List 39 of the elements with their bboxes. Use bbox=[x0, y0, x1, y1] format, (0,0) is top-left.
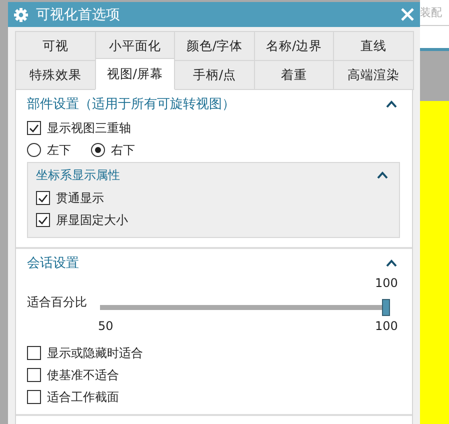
tab[interactable]: 可视 bbox=[15, 31, 96, 61]
slider-label: 适合百分比 bbox=[27, 294, 87, 311]
checkbox[interactable] bbox=[27, 346, 41, 360]
tab[interactable]: 直线 bbox=[333, 31, 414, 61]
radio-label: 左下 bbox=[47, 142, 71, 158]
slider-max-label: 100 bbox=[375, 319, 398, 333]
gear-icon bbox=[14, 8, 28, 22]
checkbox-label: 屏显固定大小 bbox=[56, 212, 128, 228]
tab[interactable]: 手柄/点 bbox=[174, 60, 255, 90]
checkbox-label: 使基准不适合 bbox=[47, 366, 119, 384]
checkbox-label: 贯通显示 bbox=[56, 190, 104, 206]
radio-label: 右下 bbox=[111, 142, 135, 158]
checkbox-label: 显示视图三重轴 bbox=[47, 120, 131, 136]
slider-value: 100 bbox=[375, 276, 398, 290]
collapse-caret-icon[interactable] bbox=[377, 171, 388, 179]
radio-button[interactable] bbox=[27, 143, 41, 157]
tab[interactable]: 名称/边界 bbox=[254, 31, 334, 61]
window-title: 可视化首选项 bbox=[36, 6, 121, 24]
collapse-caret-icon[interactable] bbox=[386, 100, 397, 108]
checkbox[interactable] bbox=[27, 390, 41, 404]
checkbox[interactable] bbox=[27, 121, 41, 135]
tab[interactable]: 视图/屏幕 bbox=[94, 58, 176, 90]
tab[interactable]: 特殊效果 bbox=[15, 60, 96, 90]
checkbox[interactable] bbox=[27, 368, 41, 382]
tab[interactable]: 颜色/字体 bbox=[174, 31, 255, 61]
checkbox[interactable] bbox=[36, 213, 50, 227]
radio-button[interactable] bbox=[91, 143, 105, 157]
section-title: 坐标系显示属性 bbox=[36, 166, 120, 184]
checkbox-label: 适合工作截面 bbox=[47, 388, 119, 406]
section-title: 部件设置（适用于所有可旋转视图） bbox=[27, 96, 235, 113]
close-icon[interactable] bbox=[401, 8, 414, 21]
slider-thumb[interactable] bbox=[382, 299, 390, 316]
tab[interactable]: 高端渲染 bbox=[333, 60, 414, 90]
tab[interactable]: 着重 bbox=[254, 60, 334, 90]
section-title: 会话设置 bbox=[27, 255, 79, 272]
slider-min-label: 50 bbox=[98, 319, 114, 333]
collapse-caret-icon[interactable] bbox=[386, 259, 397, 267]
checkbox-label: 显示或隐藏时适合 bbox=[47, 344, 143, 362]
checkbox[interactable] bbox=[36, 191, 50, 205]
